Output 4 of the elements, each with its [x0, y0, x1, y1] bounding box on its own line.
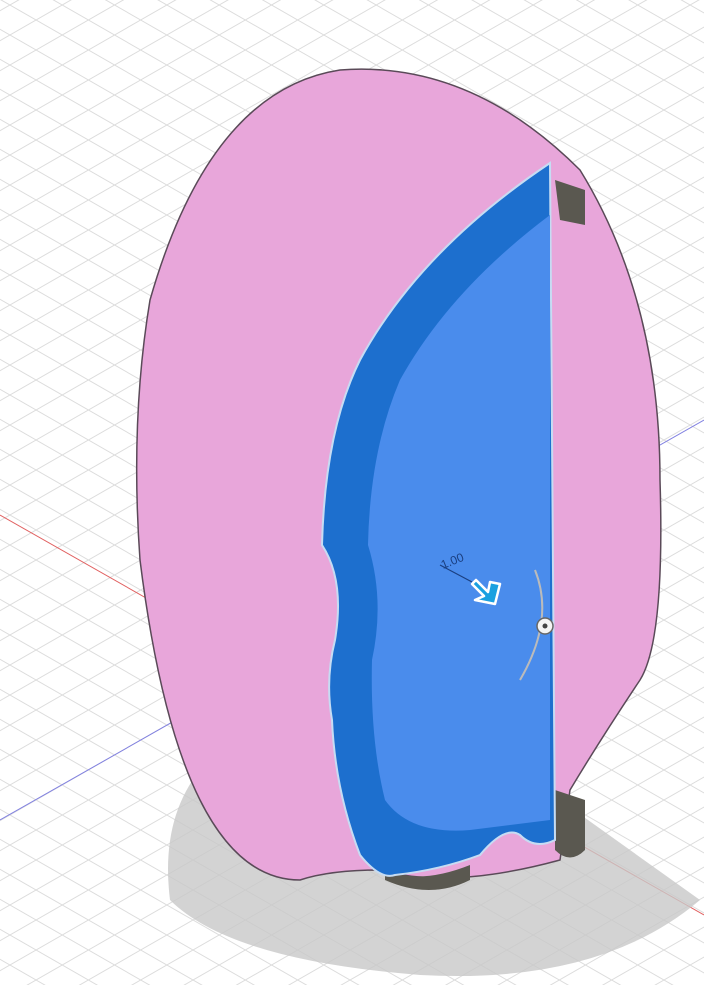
viewport[interactable]: 1.00	[0, 0, 704, 985]
dimension-label: 1.00	[438, 550, 466, 572]
move-arrow-handle[interactable]	[470, 578, 502, 606]
rotate-handle[interactable]	[519, 570, 554, 680]
